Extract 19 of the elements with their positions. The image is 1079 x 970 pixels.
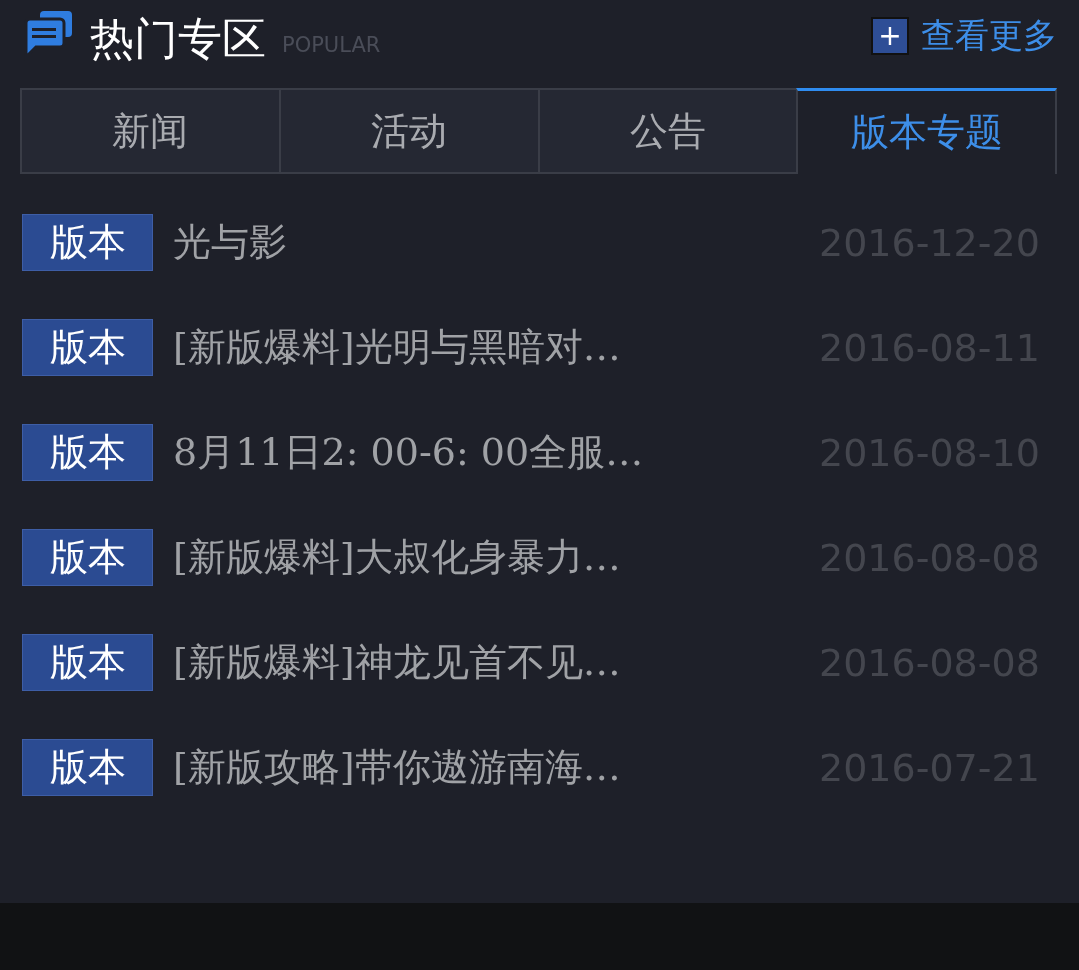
tab[interactable]: 活动 [278, 88, 540, 174]
version-tag: 版本 [22, 424, 153, 481]
article-title[interactable]: [新版爆料]大叔化身暴力… [173, 532, 763, 583]
tab[interactable]: 版本专题 [796, 88, 1057, 174]
article-title[interactable]: 8月11日2: 00-6: 00全服… [173, 427, 763, 478]
version-tag: 版本 [22, 739, 153, 796]
version-tag: 版本 [22, 319, 153, 376]
view-more-link[interactable]: + 查看更多 [871, 13, 1057, 59]
tab[interactable]: 公告 [537, 88, 799, 174]
tab[interactable]: 新闻 [20, 88, 281, 174]
section-title: 热门专区 [90, 17, 266, 61]
version-tag: 版本 [22, 214, 153, 271]
version-tag: 版本 [22, 634, 153, 691]
article-title[interactable]: [新版爆料]光明与黑暗对… [173, 322, 763, 373]
version-tag: 版本 [22, 529, 153, 586]
article-title[interactable]: [新版爆料]神龙见首不见… [173, 637, 763, 688]
article-title[interactable]: [新版攻略]带你遨游南海… [173, 742, 763, 793]
plus-icon: + [871, 17, 909, 55]
article-title[interactable]: 光与影 [173, 217, 763, 268]
